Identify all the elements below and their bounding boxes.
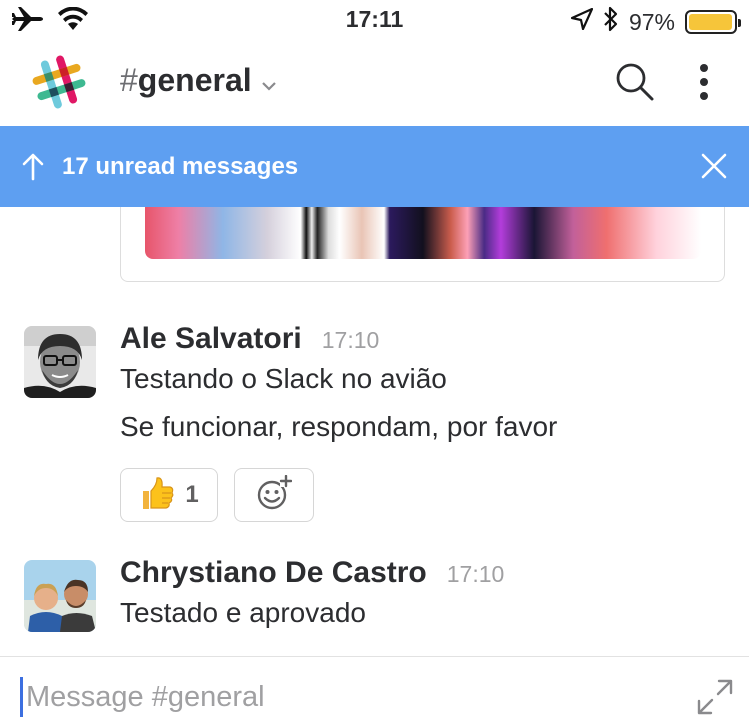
thumbs-up-icon bbox=[139, 475, 175, 516]
add-reaction-icon bbox=[256, 474, 293, 516]
message-composer bbox=[0, 656, 749, 723]
message-text: Se funcionar, respondam, por favor bbox=[120, 411, 558, 442]
battery-fill bbox=[689, 14, 732, 30]
header-actions bbox=[615, 62, 709, 107]
close-icon[interactable] bbox=[701, 153, 727, 179]
unread-count-text[interactable]: 17 unread messages bbox=[62, 153, 298, 181]
message-header: Chrystiano De Castro 17:10 bbox=[120, 556, 504, 590]
battery-percent: 97% bbox=[628, 8, 675, 35]
location-icon bbox=[570, 7, 594, 36]
slack-logo[interactable] bbox=[30, 53, 88, 111]
channel-hash: # bbox=[120, 62, 138, 98]
channel-name: general bbox=[137, 62, 252, 98]
message-header: Ale Salvatori 17:10 bbox=[120, 322, 379, 356]
avatar[interactable] bbox=[24, 560, 96, 632]
reaction-thumbs-up[interactable]: 1 bbox=[120, 468, 218, 522]
status-bar-right: 97% bbox=[570, 6, 741, 38]
message-input[interactable] bbox=[26, 675, 666, 719]
status-bar: 17:11 97% bbox=[0, 0, 749, 40]
text-caret bbox=[20, 677, 23, 717]
battery-icon bbox=[685, 10, 741, 34]
bluetooth-icon bbox=[603, 6, 619, 38]
chevron-down-icon[interactable] bbox=[261, 62, 276, 99]
more-vertical-icon[interactable] bbox=[699, 63, 709, 106]
channel-header: # general bbox=[0, 40, 749, 126]
channel-title[interactable]: # general bbox=[120, 62, 276, 99]
unread-banner[interactable]: 17 unread messages bbox=[0, 126, 749, 207]
message-time[interactable]: 17:10 bbox=[447, 561, 505, 588]
message-text: Testando o Slack no avião bbox=[120, 363, 447, 394]
message-time[interactable]: 17:10 bbox=[322, 327, 380, 354]
message-attachment[interactable] bbox=[120, 198, 725, 282]
reactions: 1 bbox=[120, 468, 314, 522]
author-name[interactable]: Chrystiano De Castro bbox=[120, 556, 427, 590]
author-name[interactable]: Ale Salvatori bbox=[120, 322, 302, 356]
attachment-image[interactable] bbox=[145, 207, 701, 259]
search-icon[interactable] bbox=[615, 62, 655, 107]
add-reaction-button[interactable] bbox=[234, 468, 314, 522]
message-text: Testado e aprovado bbox=[120, 597, 366, 628]
avatar[interactable] bbox=[24, 326, 96, 398]
arrow-up-icon bbox=[22, 153, 44, 181]
expand-icon[interactable] bbox=[697, 679, 733, 715]
reaction-count: 1 bbox=[185, 481, 199, 508]
